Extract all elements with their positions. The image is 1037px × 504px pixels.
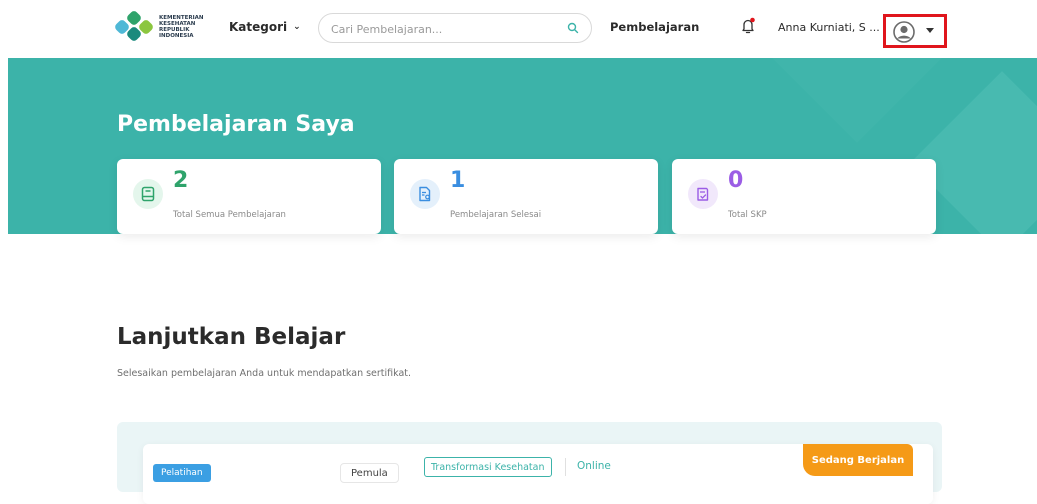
level-badge: Pemula <box>340 463 399 483</box>
top-navbar: KEMENTERIAN KESEHATAN REPUBLIK INDONESIA… <box>0 0 1037 58</box>
kategori-dropdown[interactable]: Kategori ⌄ <box>229 20 301 34</box>
search-input[interactable] <box>331 20 561 38</box>
search-icon[interactable] <box>567 22 579 34</box>
stat-card-total: 2 Total Semua Pembelajaran <box>117 159 381 234</box>
section-subtitle: Selesaikan pembelajaran Anda untuk menda… <box>117 368 412 379</box>
type-badge: Pelatihan <box>153 464 211 482</box>
search-bar <box>318 13 592 43</box>
stat-card-skp: 0 Total SKP <box>672 159 936 234</box>
stat-value: 2 <box>173 168 189 193</box>
certificate-icon <box>688 179 718 209</box>
divider <box>565 458 566 476</box>
avatar-icon <box>893 21 915 43</box>
stat-value: 1 <box>450 168 466 193</box>
document-search-icon <box>410 179 440 209</box>
topic-badge: Transformasi Kesehatan <box>424 457 552 477</box>
hero-decoration <box>772 58 942 143</box>
stat-value: 0 <box>728 168 744 193</box>
caret-down-icon <box>926 28 934 33</box>
nav-pembelajaran[interactable]: Pembelajaran <box>610 20 699 34</box>
stat-label: Total SKP <box>728 210 767 220</box>
user-name[interactable]: Anna Kurniati, S ... <box>778 21 880 34</box>
section-title: Lanjutkan Belajar <box>117 324 346 350</box>
stat-label: Pembelajaran Selesai <box>450 210 542 220</box>
bell-icon[interactable] <box>740 17 756 35</box>
course-list: Pelatihan Pemula Transformasi Kesehatan … <box>117 422 942 504</box>
status-badge: Sedang Berjalan <box>803 444 913 476</box>
logo-text: KEMENTERIAN KESEHATAN REPUBLIK INDONESIA <box>159 15 204 39</box>
book-icon <box>133 179 163 209</box>
logo-mark-icon <box>113 9 155 43</box>
course-card[interactable]: Pelatihan Pemula Transformasi Kesehatan … <box>143 444 933 504</box>
page-title: Pembelajaran Saya <box>117 112 355 137</box>
stat-label: Total Semua Pembelajaran <box>173 210 286 220</box>
chevron-down-icon: ⌄ <box>293 22 301 32</box>
kategori-label: Kategori <box>229 20 288 34</box>
kemenkes-logo[interactable]: KEMENTERIAN KESEHATAN REPUBLIK INDONESIA <box>113 9 204 43</box>
stat-card-completed: 1 Pembelajaran Selesai <box>394 159 658 234</box>
mode-label: Online <box>577 460 611 472</box>
user-menu-button[interactable] <box>883 14 947 48</box>
